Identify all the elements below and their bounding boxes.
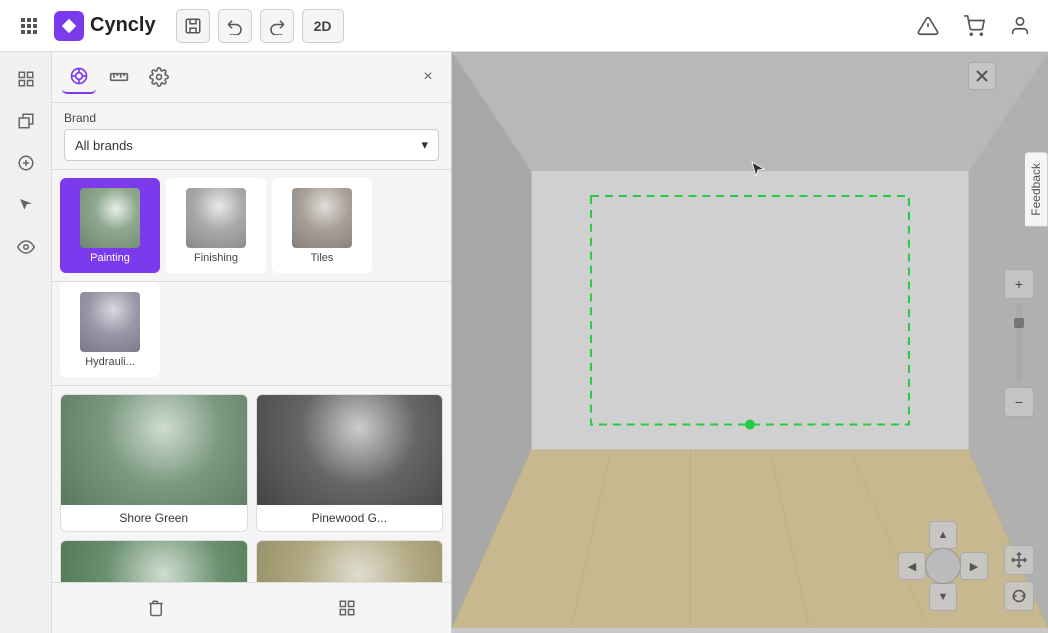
cart-icon[interactable] — [958, 10, 990, 42]
sidebar-item-add[interactable] — [9, 146, 43, 180]
left-sidebar — [0, 52, 52, 633]
nav-up-button[interactable]: ▲ — [929, 521, 957, 549]
category-painting-label: Painting — [90, 252, 130, 264]
brand-select[interactable]: All brands ▾ — [64, 129, 439, 161]
category-tiles-label: Tiles — [311, 252, 334, 264]
view-3d: Feedback + − ▲ ▼ ◀ ▶ — [452, 52, 1048, 633]
alert-icon[interactable] — [912, 10, 944, 42]
brand-label: Brand — [64, 111, 439, 125]
category-finishing-label: Finishing — [194, 252, 238, 264]
category-tiles[interactable]: Tiles — [272, 178, 372, 273]
categories-row-2: Hydrauli... — [52, 282, 451, 386]
nav-center — [925, 548, 961, 584]
material-organic-gre[interactable]: Organic Gre... — [60, 540, 248, 582]
grid-menu-button[interactable] — [12, 9, 46, 43]
top-bar: Cyncly 2D — [0, 0, 1048, 52]
panel-tabs — [62, 60, 176, 94]
nav-circle: ▲ ▼ ◀ ▶ — [898, 521, 988, 611]
save-button[interactable] — [176, 9, 210, 43]
user-icon[interactable] — [1004, 10, 1036, 42]
category-hydrauli[interactable]: Hydrauli... — [60, 282, 160, 377]
category-hydrauli-label: Hydrauli... — [85, 356, 135, 368]
panel-header: × — [52, 52, 451, 103]
zoom-out-button[interactable]: − — [1004, 387, 1034, 417]
category-finishing[interactable]: Finishing — [166, 178, 266, 273]
materials-area: Shore Green Pinewood G... Organic Gre...… — [52, 386, 451, 582]
material-monsoon-thumb — [257, 541, 443, 582]
redo-button[interactable] — [260, 9, 294, 43]
main-area: × Brand All brands ▾ Painting Finishing — [0, 52, 1048, 633]
material-organic-thumb — [61, 541, 247, 582]
nav-down-button[interactable]: ▼ — [929, 583, 957, 611]
grid-button[interactable] — [330, 591, 364, 625]
nav-controls: ▲ ▼ ◀ ▶ — [898, 521, 988, 611]
zoom-bar — [1016, 303, 1022, 383]
brand-select-value: All brands — [75, 138, 133, 153]
chevron-down-icon: ▾ — [421, 137, 428, 153]
app-name: Cyncly — [90, 14, 156, 37]
material-shore-green[interactable]: Shore Green — [60, 394, 248, 532]
material-shore-green-thumb — [61, 395, 247, 505]
materials-grid: Shore Green Pinewood G... Organic Gre...… — [60, 394, 443, 582]
material-pinewood-label: Pinewood G... — [308, 505, 391, 531]
top-bar-right — [912, 10, 1036, 42]
feedback-tab[interactable]: Feedback — [1025, 152, 1048, 227]
bottom-controls — [1004, 545, 1034, 611]
material-pinewood-thumb — [257, 395, 443, 505]
zoom-handle[interactable] — [1014, 318, 1024, 328]
panel: × Brand All brands ▾ Painting Finishing — [52, 52, 452, 633]
category-hydrauli-thumb — [80, 292, 140, 352]
category-tiles-thumb — [292, 188, 352, 248]
category-finishing-thumb — [186, 188, 246, 248]
sidebar-item-shape[interactable] — [9, 104, 43, 138]
tab-materials[interactable] — [62, 60, 96, 94]
tab-settings[interactable] — [142, 60, 176, 94]
material-pinewood-g[interactable]: Pinewood G... — [256, 394, 444, 532]
category-painting[interactable]: Painting — [60, 178, 160, 273]
category-painting-thumb — [80, 188, 140, 248]
zoom-controls: + − — [1004, 269, 1034, 417]
material-monsoon-gr[interactable]: Monsoon Gr... — [256, 540, 444, 582]
panel-close-button[interactable]: × — [415, 64, 441, 90]
logo-icon — [54, 11, 84, 41]
nav-right-button[interactable]: ▶ — [960, 552, 988, 580]
move-button[interactable] — [1004, 545, 1034, 575]
2d-mode-button[interactable]: 2D — [302, 9, 344, 43]
zoom-in-button[interactable]: + — [1004, 269, 1034, 299]
material-shore-green-label: Shore Green — [115, 505, 192, 531]
sidebar-item-cursor[interactable] — [9, 188, 43, 222]
close-3d-button[interactable] — [968, 62, 996, 90]
undo-button[interactable] — [218, 9, 252, 43]
categories-row: Painting Finishing Tiles — [52, 170, 451, 282]
panel-bottom — [52, 582, 451, 633]
sidebar-item-select[interactable] — [9, 62, 43, 96]
top-bar-left: Cyncly 2D — [12, 9, 912, 43]
brand-section: Brand All brands ▾ — [52, 103, 451, 170]
refresh-button[interactable] — [1004, 581, 1034, 611]
nav-left-button[interactable]: ◀ — [898, 552, 926, 580]
sidebar-item-eye[interactable] — [9, 230, 43, 264]
tab-ruler[interactable] — [102, 60, 136, 94]
logo: Cyncly — [54, 11, 156, 41]
trash-button[interactable] — [139, 591, 173, 625]
